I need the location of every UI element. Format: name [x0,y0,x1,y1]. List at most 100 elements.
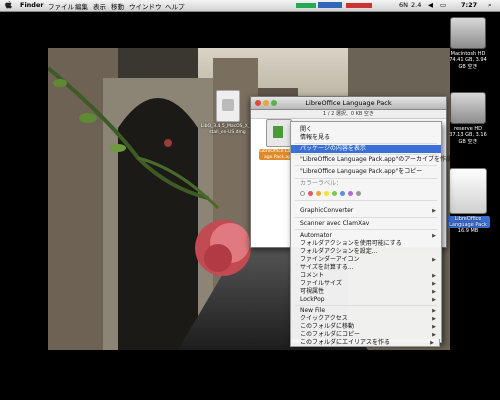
submenu-arrow-icon: ▶ [432,332,436,338]
menu-item-enable-folder-actions[interactable]: フォルダアクションを使用可能にする [291,240,441,248]
menu-item-get-info[interactable]: 情報を見る [291,134,441,142]
menu-item-folder-actions-setup[interactable]: フォルダアクションを設定... [291,248,441,256]
menu-item-automator[interactable]: Automator ▶ [291,232,441,240]
menu-item-label: コメント [300,272,325,279]
menu-item-comment[interactable]: コメント ▶ [291,272,441,280]
color-dot-blue[interactable] [340,190,345,196]
menu-separator [295,217,437,218]
menu-edit[interactable]: 編集 [75,1,88,11]
color-dot-red[interactable] [308,190,313,196]
submenu-arrow-icon: ▶ [432,308,436,314]
finder-titlebar[interactable]: LibreOffice Language Pack [251,97,446,110]
menu-item-label: このフォルダにエイリアスを作る [300,339,391,346]
menu-item-label: 可視属性 [300,288,325,295]
dmg-file-label: LibO_3.4.5_MacOS_X_install_en-US.dmg [200,124,255,135]
color-dot-yellow[interactable] [324,190,329,196]
clock[interactable]: 7:27 [461,1,477,9]
menu-item-label: GraphicConverter [300,207,354,214]
menu-item-copy-to-folder[interactable]: このフォルダにコピー ▶ [291,331,441,339]
submenu-arrow-icon: ▶ [432,273,436,279]
dmg-file-icon[interactable]: LibO_3.4.5_MacOS_X_install_en-US.dmg [200,90,255,135]
menu-item-label: Automator [300,232,332,239]
color-none-icon[interactable] [300,190,305,196]
menu-item-label: ファインダーアイコン [300,256,360,263]
color-dot-gray[interactable] [356,190,361,196]
spotlight-icon[interactable]: ⌕ [488,1,492,10]
disk-name: LibreOffice Language Pack [446,216,490,228]
disk-macintosh-hd[interactable]: Macintosh HD 74.41 GB, 3.94 GB 空き [446,17,490,70]
menu-separator [295,143,437,144]
menu-separator [295,229,437,230]
menu-separator [295,165,437,166]
menu-item-lockpop[interactable]: LockPop ▶ [291,296,441,304]
submenu-arrow-icon: ▶ [432,297,436,303]
disk-reserve-hd[interactable]: reserve HD 37.13 GB, 3.16 GB 空き [446,92,490,145]
menu-item-label: New File [300,307,326,314]
menu-item-label: LockPop [300,296,325,303]
menu-item-make-alias-in-folder[interactable]: このフォルダにエイリアスを作る ▶ [290,339,440,347]
hard-disk-icon [450,92,486,124]
status-text-a: 6N [399,1,408,9]
volume-icon[interactable]: ◀ [428,1,433,9]
menu-bar: Finder ファイル 編集 表示 移動 ウインドウ ヘルプ 6N 2.4 ◀ … [0,0,500,12]
apple-menu-icon[interactable] [5,1,12,9]
menu-file[interactable]: ファイル [48,1,74,11]
finder-status-text: 1 / 2 選択、0 KB 空き [323,111,374,117]
menu-item-create-archive[interactable]: "LibreOffice Language Pack.app"のアーカイブを作成 [291,156,452,164]
status-text-b: 2.4 [411,1,422,9]
disk-info: 74.41 GB, 3.94 GB 空き [449,57,487,70]
menu-separator [295,154,437,155]
menu-item-quick-access[interactable]: クイックアクセス ▶ [291,315,441,323]
disk-libreoffice-language-pack[interactable]: LibreOffice Language Pack 16.9 MB [446,168,490,234]
menu-help[interactable]: ヘルプ [165,1,185,11]
submenu-arrow-icon: ▶ [432,257,436,263]
context-menu: 開く 情報を見る パッケージの内容を表示 "LibreOffice Langua… [290,121,452,343]
menu-item-label: クイックアクセス [300,315,348,322]
mounted-volume-icon [449,168,487,214]
menu-item-label: このフォルダにコピー [300,331,361,338]
menu-separator [295,305,437,306]
menu-separator [295,200,437,201]
menu-item-new-file[interactable]: New File ▶ [291,307,441,315]
menu-item-calculate-size[interactable]: サイズを計算する... [291,264,441,272]
menu-item-graphicconverter[interactable]: GraphicConverter ▶ [291,207,441,215]
zoom-button[interactable] [271,100,277,106]
color-dot-orange[interactable] [316,190,321,196]
color-dot-green[interactable] [332,190,337,196]
close-button[interactable] [255,100,261,106]
color-label-swatches[interactable] [300,189,400,197]
system-monitor-graph [296,1,376,9]
menu-item-show-package-contents[interactable]: パッケージの内容を表示 [291,145,441,153]
submenu-arrow-icon: ▶ [432,289,436,295]
menu-item-clamxav[interactable]: Scanner avec ClamXav [291,220,441,228]
menu-item-open[interactable]: 開く [291,126,441,134]
finder-window-title: LibreOffice Language Pack [305,99,392,107]
menu-item-label: ファイルサイズ [300,280,342,287]
finder-status-bar: 1 / 2 選択、0 KB 空き [251,110,446,119]
disk-info: 16.9 MB [457,228,479,234]
color-dot-purple[interactable] [348,190,353,196]
submenu-arrow-icon: ▶ [432,233,436,239]
minimize-button[interactable] [263,100,269,106]
menu-window[interactable]: ウインドウ [129,1,162,11]
menu-view[interactable]: 表示 [93,1,106,11]
menu-item-color-label: カラーラベル： [300,180,343,187]
hard-disk-icon [450,17,486,49]
menu-item-move-to-folder[interactable]: このフォルダに移動 ▶ [291,323,441,331]
menu-item-finder-icon[interactable]: ファインダーアイコン ▶ [291,256,441,264]
menu-item-copy[interactable]: "LibreOffice Language Pack.app"をコピー [291,168,441,176]
submenu-arrow-icon: ▶ [432,324,436,330]
menu-item-file-size[interactable]: ファイルサイズ ▶ [291,280,441,288]
submenu-arrow-icon: ▶ [432,208,436,214]
menu-go[interactable]: 移動 [111,1,124,11]
battery-icon[interactable]: ▭ [440,1,446,9]
menu-separator [295,178,437,179]
submenu-arrow-icon: ▶ [432,316,436,322]
menu-item-visibility[interactable]: 可視属性 ▶ [291,288,441,296]
submenu-arrow-icon: ▶ [430,340,434,346]
menu-item-label: このフォルダに移動 [300,323,355,330]
menu-finder[interactable]: Finder [20,1,44,9]
submenu-arrow-icon: ▶ [432,281,436,287]
disk-info: 37.13 GB, 3.16 GB 空き [449,132,487,145]
app-icon [266,119,292,147]
